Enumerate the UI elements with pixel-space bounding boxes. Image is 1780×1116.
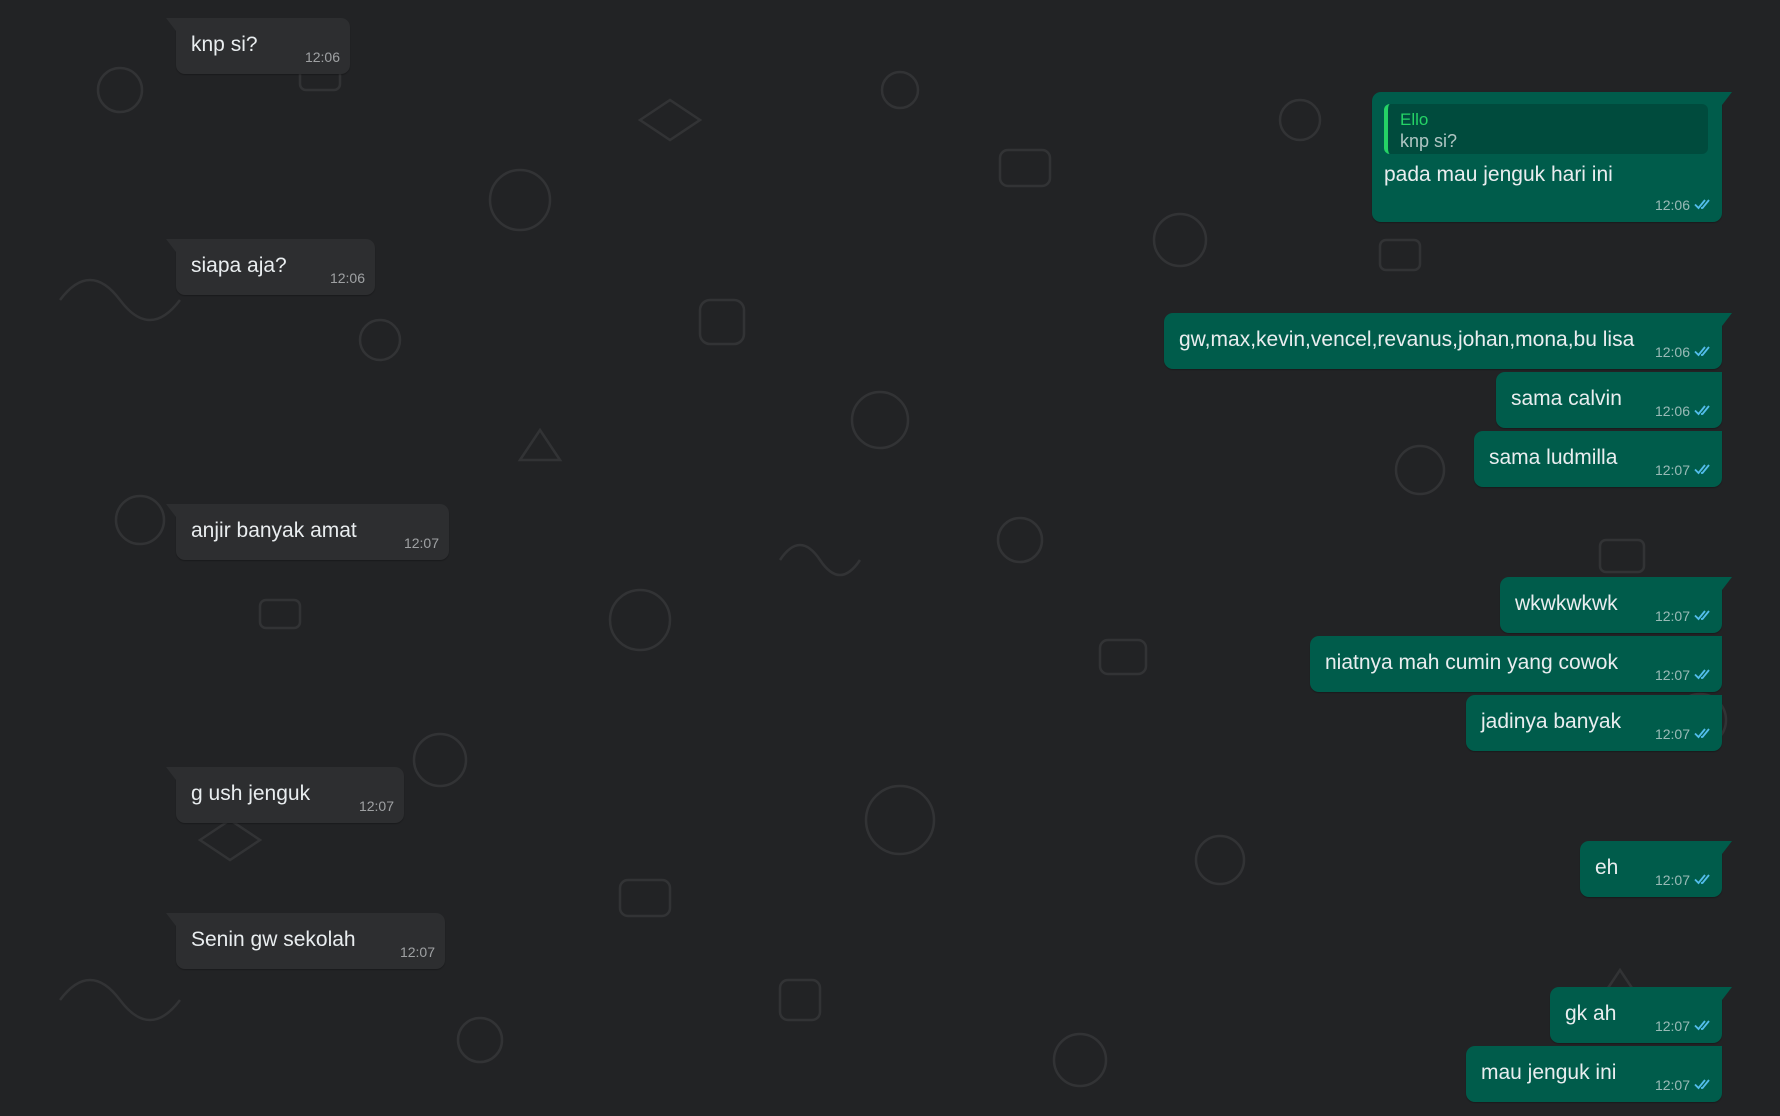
double-check-icon [1694, 462, 1712, 478]
message-text: sama ludmilla [1489, 446, 1618, 469]
outgoing-message-bubble[interactable]: sama calvin 12:06 [1496, 372, 1722, 428]
message-timestamp: 12:07 [1654, 608, 1690, 624]
message-meta: 12:07 [1655, 667, 1712, 683]
bubble-tail [1722, 577, 1732, 590]
message-text: jadinya banyak [1481, 710, 1622, 733]
message-timestamp: 12:06 [304, 49, 340, 65]
incoming-message-bubble[interactable]: siapa aja? 12:06 [166, 239, 375, 295]
message-text: anjir banyak amat [191, 519, 357, 542]
message-meta: 12:06 [305, 49, 340, 65]
outgoing-message-bubble[interactable]: wkwkwkwk 12:07 [1500, 577, 1732, 633]
message-text: eh [1595, 856, 1619, 879]
double-check-icon [1694, 1018, 1712, 1034]
message-meta: 12:06 [1655, 344, 1712, 360]
message-timestamp: 12:06 [1654, 403, 1690, 419]
message-meta: 12:07 [1655, 462, 1712, 478]
outgoing-message-bubble[interactable]: mau jenguk ini 12:07 [1466, 1046, 1722, 1102]
message-text: gw,max,kevin,vencel,revanus,johan,mona,b… [1179, 328, 1635, 351]
message-text: wkwkwkwk [1515, 592, 1618, 615]
bubble-tail [1722, 313, 1732, 326]
bubble-tail [1722, 987, 1732, 1000]
message-meta: 12:07 [404, 535, 439, 551]
bubble-tail [1722, 841, 1732, 854]
message-text: sama calvin [1511, 387, 1622, 410]
bubble-tail [166, 913, 176, 926]
bubble-tail [166, 504, 176, 517]
message-meta: 12:07 [400, 944, 435, 960]
message-timestamp: 12:07 [1654, 667, 1690, 683]
message-text: gk ah [1565, 1002, 1617, 1025]
message-timestamp: 12:06 [329, 270, 365, 286]
message-meta: 12:06 [330, 270, 365, 286]
message-timestamp: 12:07 [403, 535, 439, 551]
outgoing-message-bubble[interactable]: niatnya mah cumin yang cowok 12:07 [1310, 636, 1722, 692]
outgoing-message-bubble[interactable]: Ello knp si? pada mau jenguk hari ini 12:06 [1372, 92, 1732, 222]
message-timestamp: 12:07 [1654, 726, 1690, 742]
bubble-tail [166, 767, 176, 780]
message-meta: 12:07 [1655, 1077, 1712, 1093]
outgoing-message-bubble[interactable]: eh 12:07 [1580, 841, 1732, 897]
double-check-icon [1694, 197, 1712, 213]
bubble-tail [166, 18, 176, 31]
double-check-icon [1694, 403, 1712, 419]
double-check-icon [1694, 608, 1712, 624]
message-meta: 12:07 [359, 798, 394, 814]
incoming-message-bubble[interactable]: g ush jenguk 12:07 [166, 767, 404, 823]
incoming-message-bubble[interactable]: Senin gw sekolah 12:07 [166, 913, 445, 969]
message-meta: 12:07 [1655, 608, 1712, 624]
message-timestamp: 12:07 [1654, 1077, 1690, 1093]
outgoing-message-bubble[interactable]: jadinya banyak 12:07 [1466, 695, 1722, 751]
message-timestamp: 12:06 [1654, 344, 1690, 360]
bubble-tail [1722, 92, 1732, 105]
outgoing-message-bubble[interactable]: gw,max,kevin,vencel,revanus,johan,mona,b… [1164, 313, 1732, 369]
double-check-icon [1694, 872, 1712, 888]
message-timestamp: 12:07 [1654, 872, 1690, 888]
double-check-icon [1694, 1077, 1712, 1093]
message-timestamp: 12:07 [1654, 1018, 1690, 1034]
message-meta: 12:07 [1655, 1018, 1712, 1034]
chat-message-pane[interactable]: knp si? 12:06 Ello knp si? pada mau jenguk h… [0, 0, 1780, 1116]
quoted-message[interactable]: Ello knp si? [1384, 104, 1708, 154]
quoted-text: knp si? [1400, 131, 1458, 151]
message-text: pada mau jenguk hari ini [1384, 163, 1613, 186]
message-timestamp: 12:07 [358, 798, 394, 814]
message-timestamp: 12:07 [399, 944, 435, 960]
message-text: Senin gw sekolah [191, 928, 356, 951]
double-check-icon [1694, 726, 1712, 742]
bubble-tail [166, 239, 176, 252]
message-text: niatnya mah cumin yang cowok [1325, 651, 1618, 674]
message-text: mau jenguk ini [1481, 1061, 1617, 1084]
message-meta: 12:06 [1655, 403, 1712, 419]
message-text: g ush jenguk [191, 782, 311, 805]
message-timestamp: 12:07 [1654, 462, 1690, 478]
outgoing-message-bubble[interactable]: gk ah 12:07 [1550, 987, 1732, 1043]
message-text: knp si? [191, 33, 258, 56]
quoted-author: Ello [1400, 110, 1429, 129]
outgoing-message-bubble[interactable]: sama ludmilla 12:07 [1474, 431, 1722, 487]
message-timestamp: 12:06 [1654, 197, 1690, 213]
incoming-message-bubble[interactable]: anjir banyak amat 12:07 [166, 504, 449, 560]
double-check-icon [1694, 344, 1712, 360]
message-meta: 12:06 [1655, 197, 1712, 213]
message-meta: 12:07 [1655, 872, 1712, 888]
incoming-message-bubble[interactable]: knp si? 12:06 [166, 18, 350, 74]
message-text: siapa aja? [191, 254, 287, 277]
message-meta: 12:07 [1655, 726, 1712, 742]
double-check-icon [1694, 667, 1712, 683]
